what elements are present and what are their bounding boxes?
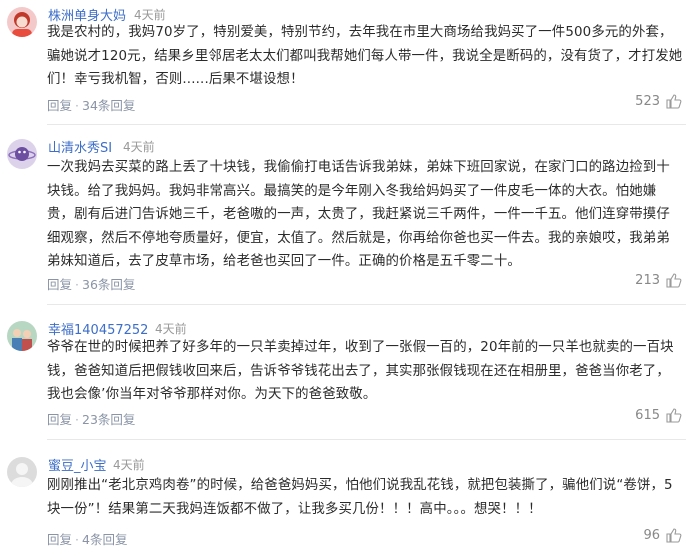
- thumbs-up-icon: [666, 408, 682, 423]
- like-button[interactable]: 523: [635, 94, 682, 109]
- avatar-pink-girl-icon: [7, 7, 37, 37]
- like-button[interactable]: 96: [643, 528, 682, 543]
- user-avatar[interactable]: [7, 457, 37, 487]
- reply-button[interactable]: 回复: [47, 532, 72, 547]
- thumbs-up-icon: [666, 94, 682, 109]
- user-avatar[interactable]: [7, 321, 37, 351]
- separator: ·: [75, 277, 79, 292]
- reply-button[interactable]: 回复: [47, 277, 72, 292]
- comment-text: 刚刚推出“老北京鸡肉卷”的时候，给爸爸妈妈买，怕他们说我乱花钱，就把包装撕了，骗…: [47, 478, 673, 517]
- like-button[interactable]: 213: [635, 273, 682, 288]
- view-replies-button[interactable]: 34条回复: [82, 98, 135, 113]
- comment-actions: 回复 · 34条回复: [47, 95, 135, 114]
- comment-text: 一次我妈去买菜的路上丢了十块钱，我偷偷打电话告诉我弟妹，弟妹下班回家说，在家门口…: [47, 160, 670, 270]
- username[interactable]: 蜜豆_小宝: [48, 455, 107, 474]
- comment-actions: 回复 · 36条回复: [47, 274, 135, 293]
- separator: ·: [75, 412, 79, 427]
- separator: ·: [75, 532, 79, 547]
- timestamp: 4天前: [155, 322, 187, 336]
- like-count: 96: [643, 528, 660, 543]
- comment-actions: 回复 · 4条回复: [47, 529, 127, 548]
- view-replies-button[interactable]: 23条回复: [82, 412, 135, 427]
- like-count: 523: [635, 94, 660, 109]
- divider: [47, 304, 686, 305]
- thumbs-up-icon: [666, 273, 682, 288]
- user-avatar[interactable]: [7, 139, 37, 169]
- comment-text: 爷爷在世的时候把养了好多年的一只羊卖掉过年，收到了一张假一百的，20年前的一只羊…: [47, 340, 674, 403]
- avatar-children-icon: [7, 321, 37, 351]
- like-count: 213: [635, 273, 660, 288]
- avatar-planet-icon: [7, 139, 37, 169]
- comment-actions: 回复 · 23条回复: [47, 409, 135, 428]
- avatar-default-icon: [7, 457, 37, 487]
- reply-button[interactable]: 回复: [47, 412, 72, 427]
- reply-button[interactable]: 回复: [47, 98, 72, 113]
- divider: [47, 439, 686, 440]
- username[interactable]: 山清水秀SI: [48, 137, 112, 156]
- like-count: 615: [635, 408, 660, 423]
- timestamp: 4天前: [123, 140, 155, 154]
- timestamp: 4天前: [113, 458, 145, 472]
- comment-text: 我是农村的，我妈70岁了，特别爱美，特别节约，去年我在市里大商场给我妈买了一件5…: [47, 25, 683, 88]
- user-avatar[interactable]: [7, 7, 37, 37]
- view-replies-button[interactable]: 4条回复: [82, 532, 127, 547]
- separator: ·: [75, 98, 79, 113]
- thumbs-up-icon: [666, 528, 682, 543]
- view-replies-button[interactable]: 36条回复: [82, 277, 135, 292]
- divider: [47, 124, 686, 125]
- like-button[interactable]: 615: [635, 408, 682, 423]
